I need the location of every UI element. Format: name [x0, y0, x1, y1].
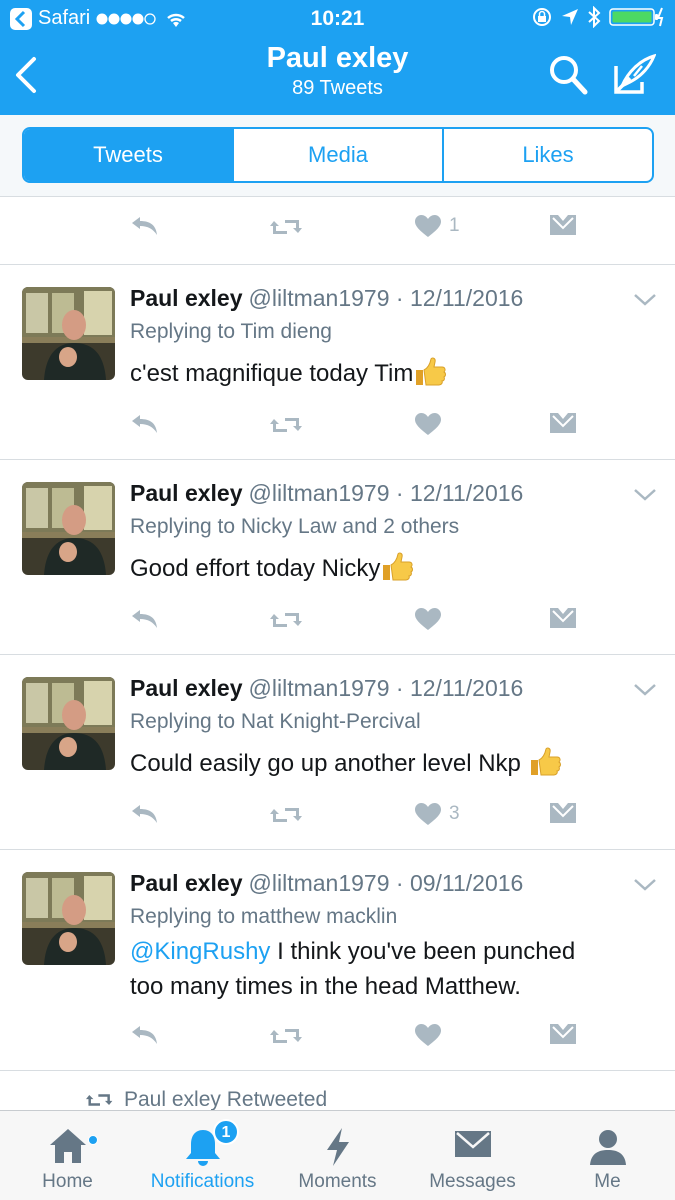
- status-bar: Safari 10:21: [0, 0, 675, 38]
- tab-me[interactable]: Me: [540, 1111, 675, 1200]
- tab-moments[interactable]: Moments: [270, 1111, 405, 1200]
- tab-home[interactable]: Home: [0, 1111, 135, 1200]
- location-icon: [562, 9, 578, 25]
- retweeted-label: Paul exley Retweeted: [124, 1088, 328, 1111]
- tab-label: Moments: [298, 1171, 377, 1192]
- like-count: 1: [449, 215, 460, 236]
- tweet-text: Good effort today Nicky: [130, 551, 660, 586]
- retweet-icon[interactable]: [270, 215, 304, 239]
- tweet-handle-date: @liltman1979 · 12/11/2016: [248, 480, 524, 506]
- replying-to[interactable]: Replying to matthew macklin: [130, 905, 397, 929]
- avatar[interactable]: [22, 482, 115, 575]
- like-icon[interactable]: [415, 1024, 441, 1046]
- chevron-down-icon[interactable]: [634, 488, 656, 502]
- tab-notifications[interactable]: 1 Notifications: [135, 1111, 270, 1200]
- tweet-body: Could easily go up another level Nkp: [130, 750, 528, 777]
- segmented-control: Tweets Media Likes: [22, 127, 654, 183]
- avatar[interactable]: [22, 872, 115, 965]
- tweet-handle-date: @liltman1979 · 09/11/2016: [248, 870, 524, 896]
- tab-likes[interactable]: Likes: [444, 129, 652, 181]
- profile-tabs-bar: Tweets Media Likes: [0, 115, 675, 197]
- envelope-icon: [454, 1131, 491, 1157]
- direct-message-icon[interactable]: [550, 803, 576, 823]
- tweet-item[interactable]: Paul exley @liltman1979 · 12/11/2016 Repl…: [0, 265, 675, 460]
- reply-icon[interactable]: [130, 215, 160, 237]
- like-icon[interactable]: [415, 803, 441, 825]
- like-icon[interactable]: [415, 215, 441, 237]
- tab-messages[interactable]: Messages: [405, 1111, 540, 1200]
- chevron-down-icon[interactable]: [634, 293, 656, 307]
- tweet-author-name[interactable]: Paul exley: [130, 480, 243, 506]
- tweet-body: Good effort today Nicky: [130, 555, 381, 582]
- like-count: 3: [449, 803, 460, 824]
- retweet-icon[interactable]: [270, 1024, 304, 1048]
- tweet-body: I think you've been punched: [270, 938, 576, 965]
- reply-icon[interactable]: [130, 803, 160, 825]
- direct-message-icon[interactable]: [550, 1024, 576, 1044]
- reply-icon[interactable]: [130, 608, 160, 630]
- search-icon[interactable]: [548, 54, 588, 96]
- compose-tweet-icon[interactable]: [612, 52, 656, 96]
- navigation-header: Safari 10:21 Paul exley 89 Tweets: [0, 0, 675, 115]
- tweet-text: Could easily go up another level Nkp: [130, 746, 660, 781]
- tab-label: Me: [594, 1171, 621, 1192]
- chevron-down-icon[interactable]: [634, 683, 656, 697]
- tab-media[interactable]: Media: [234, 129, 444, 181]
- reply-icon[interactable]: [130, 1024, 160, 1046]
- like-icon[interactable]: [415, 608, 441, 630]
- avatar[interactable]: [22, 287, 115, 380]
- notification-badge: 1: [213, 1119, 239, 1145]
- thumbs-up-emoji-icon: [530, 747, 561, 776]
- tab-label: Home: [42, 1171, 93, 1192]
- tab-label: Messages: [429, 1171, 516, 1192]
- thumbs-up-emoji-icon: [415, 357, 447, 386]
- replying-to[interactable]: Replying to Tim dieng: [130, 320, 332, 344]
- tweet-author-name[interactable]: Paul exley: [130, 285, 243, 311]
- avatar[interactable]: [22, 677, 115, 770]
- retweeted-indicator: Paul exley Retweeted: [86, 1088, 327, 1112]
- person-icon: [589, 1130, 626, 1165]
- direct-message-icon[interactable]: [550, 413, 576, 433]
- like-icon[interactable]: [415, 413, 441, 435]
- tab-tweets[interactable]: Tweets: [24, 129, 234, 181]
- retweet-icon[interactable]: [270, 413, 304, 437]
- tweet-item[interactable]: Paul exley @liltman1979 · 12/11/2016 Repl…: [0, 655, 675, 850]
- thumbs-up-emoji-icon: [382, 552, 414, 581]
- tweet-text: @KingRushy I think you've been punched t…: [130, 934, 660, 1004]
- tweet-item[interactable]: Paul exley @liltman1979 · 12/11/2016 Repl…: [0, 460, 675, 655]
- direct-message-icon[interactable]: [550, 608, 576, 628]
- tweet-author-name[interactable]: Paul exley: [130, 675, 243, 701]
- home-icon: [49, 1129, 86, 1163]
- tweet-body: c'est magnifique today Tim: [130, 360, 414, 387]
- tweet-body-line2: too many times in the head Matthew.: [130, 973, 521, 1000]
- tweet-item[interactable]: Paul exley @liltman1979 · 09/11/2016 Repl…: [0, 850, 675, 1071]
- tweet-handle-date: @liltman1979 · 12/11/2016: [248, 675, 524, 701]
- tweet-text: c'est magnifique today Tim: [130, 356, 660, 391]
- lightning-icon: [326, 1128, 349, 1166]
- tweet-handle-date: @liltman1979 · 12/11/2016: [248, 285, 524, 311]
- direct-message-icon[interactable]: [550, 215, 576, 235]
- retweet-icon[interactable]: [270, 803, 304, 827]
- retweet-icon: [86, 1094, 113, 1106]
- tweet-author-name[interactable]: Paul exley: [130, 870, 243, 896]
- reply-icon[interactable]: [130, 413, 160, 435]
- rotation-lock-icon: [533, 8, 551, 26]
- bluetooth-icon: [588, 6, 601, 28]
- mention-link[interactable]: @KingRushy: [130, 938, 270, 965]
- tab-label: Notifications: [150, 1171, 255, 1192]
- replying-to[interactable]: Replying to Nicky Law and 2 others: [130, 515, 459, 539]
- new-content-dot: [88, 1135, 98, 1145]
- bottom-tab-bar: Home 1 Notifications Moments Messages Me: [0, 1110, 675, 1200]
- battery-icon: [609, 7, 664, 27]
- replying-to[interactable]: Replying to Nat Knight-Percival: [130, 710, 421, 734]
- chevron-down-icon[interactable]: [634, 878, 656, 892]
- retweet-icon[interactable]: [270, 608, 304, 632]
- tweet-partial: 1: [0, 197, 675, 265]
